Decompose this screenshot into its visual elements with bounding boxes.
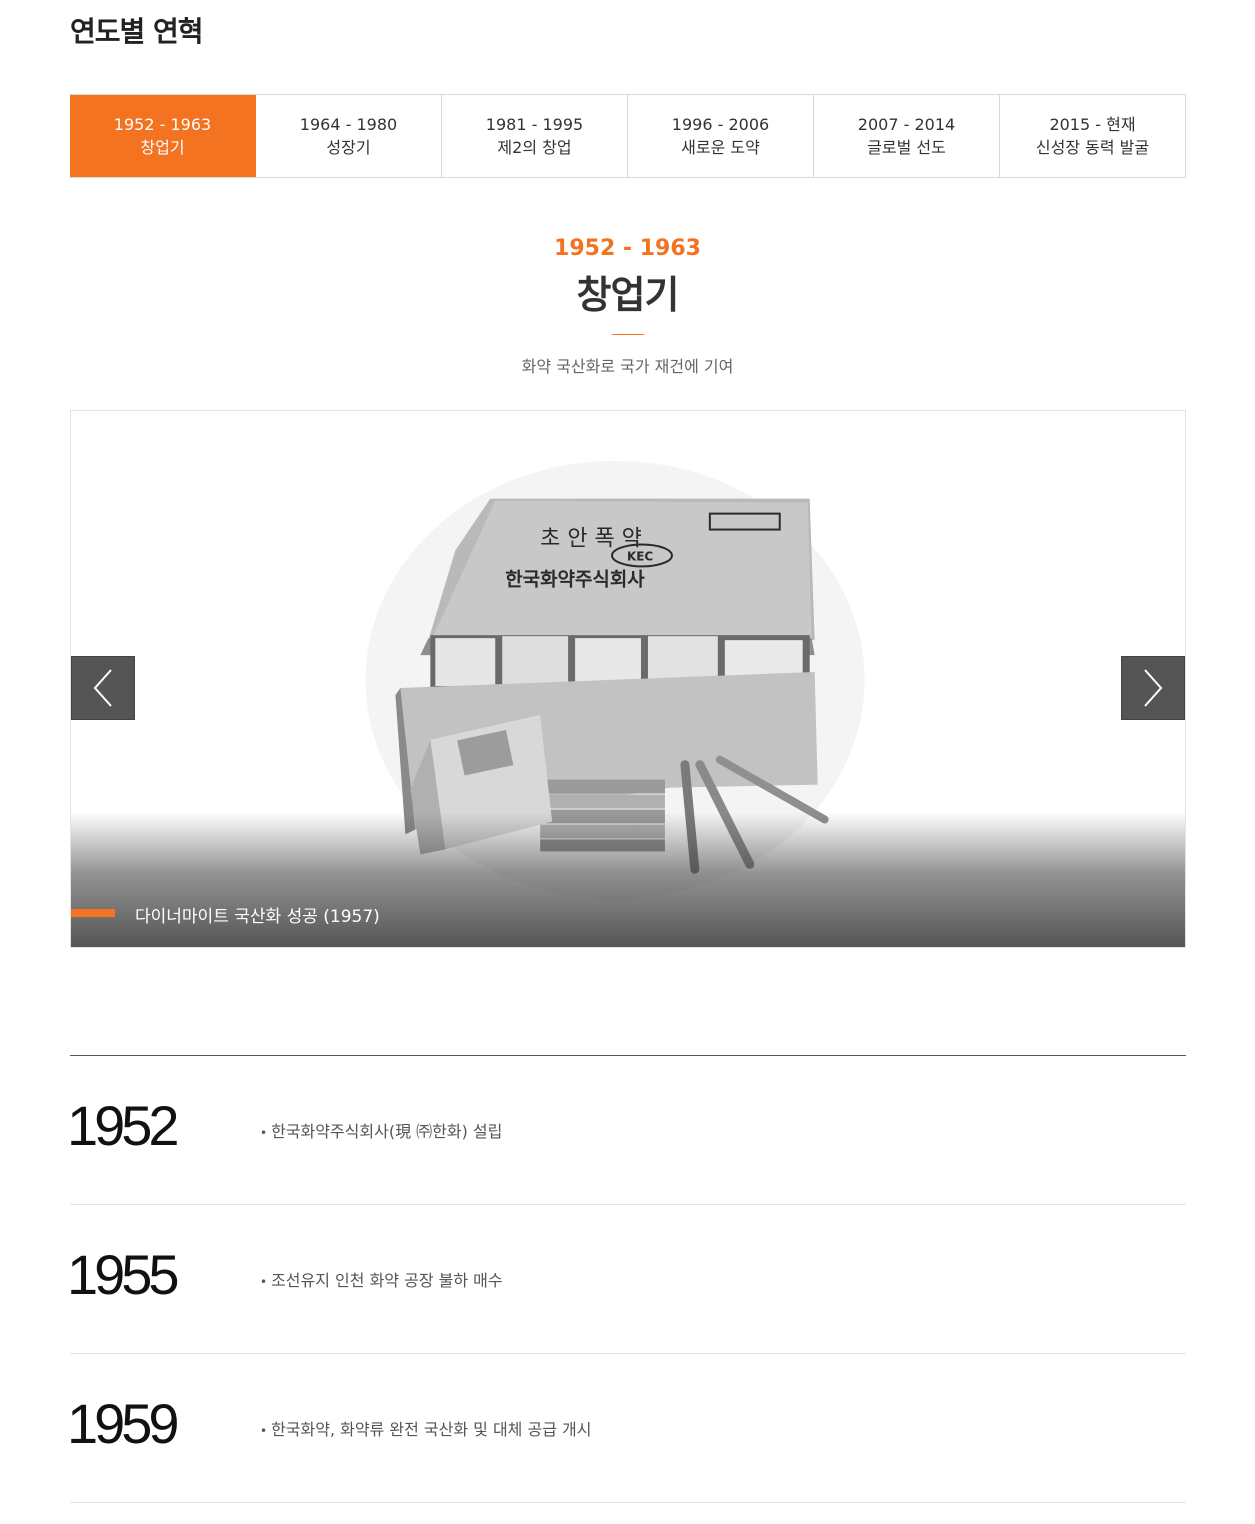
tab-label: 새로운 도약	[681, 138, 760, 157]
era-tabs: 1952 - 1963 창업기 1964 - 1980 성장기 1981 - 1…	[70, 94, 1186, 178]
box-company-text: 한국화약주식회사	[505, 568, 645, 590]
era-years: 1952 - 1963	[554, 236, 701, 261]
era-title: 창업기	[576, 273, 680, 317]
tab-2007-2014[interactable]: 2007 - 2014 글로벌 선도	[814, 95, 1000, 177]
bullet-icon: •	[260, 1275, 268, 1289]
tab-years: 1952 - 1963	[113, 115, 212, 134]
tab-years: 1996 - 2006	[671, 115, 770, 134]
photo-slider: 초 안 폭 약 KEC 한국화약주식회사 다이너마이트 국산화 성공 (1957…	[70, 410, 1186, 948]
timeline-row: 1955 • 조선유지 인천 화약 공장 불하 매수	[67, 1205, 1186, 1354]
timeline-year: 1955	[67, 1243, 180, 1306]
timeline-event-text: 한국화약주식회사(現 ㈜한화) 설립	[271, 1122, 503, 1141]
tab-years: 2007 - 2014	[857, 115, 956, 134]
tab-label: 신성장 동력 발굴	[1035, 138, 1150, 157]
tab-label: 글로벌 선도	[867, 138, 946, 157]
bullet-icon: •	[260, 1424, 268, 1438]
tab-1952-1963[interactable]: 1952 - 1963 창업기	[70, 95, 256, 177]
tab-years: 1964 - 1980	[299, 115, 398, 134]
timeline-event-text: 조선유지 인천 화약 공장 불하 매수	[271, 1271, 503, 1290]
chevron-left-icon	[93, 669, 112, 707]
box-badge-text: KEC	[627, 549, 653, 563]
timeline-event: • 한국화약, 화약류 완전 국산화 및 대체 공급 개시	[260, 1416, 591, 1440]
tab-1964-1980[interactable]: 1964 - 1980 성장기	[256, 95, 442, 177]
tab-label: 창업기	[140, 138, 185, 157]
tab-label: 제2의 창업	[497, 138, 572, 157]
box-label-text: 초 안 폭 약	[540, 527, 642, 552]
page-title: 연도별 연혁	[70, 15, 204, 48]
tab-1996-2006[interactable]: 1996 - 2006 새로운 도약	[628, 95, 814, 177]
timeline-event-text: 한국화약, 화약류 완전 국산화 및 대체 공급 개시	[271, 1420, 592, 1439]
tab-1981-1995[interactable]: 1981 - 1995 제2의 창업	[442, 95, 628, 177]
era-divider	[612, 334, 644, 335]
tab-years: 2015 - 현재	[1049, 115, 1136, 134]
timeline-event: • 조선유지 인천 화약 공장 불하 매수	[260, 1267, 503, 1291]
next-slide-button[interactable]	[1121, 656, 1185, 720]
timeline-row: 1959 • 한국화약, 화약류 완전 국산화 및 대체 공급 개시	[67, 1354, 1186, 1503]
prev-slide-button[interactable]	[71, 656, 135, 720]
timeline-year: 1952	[67, 1094, 180, 1157]
tab-2015-present[interactable]: 2015 - 현재 신성장 동력 발굴	[1000, 95, 1186, 177]
chevron-right-icon	[1144, 669, 1163, 707]
timeline-row: 1952 • 한국화약주식회사(現 ㈜한화) 설립	[67, 1056, 1186, 1205]
slide-caption: 다이너마이트 국산화 성공 (1957)	[135, 907, 380, 927]
timeline-year: 1959	[67, 1392, 180, 1455]
tab-label: 성장기	[326, 138, 371, 157]
timeline-event: • 한국화약주식회사(現 ㈜한화) 설립	[260, 1118, 502, 1142]
bullet-icon: •	[260, 1126, 268, 1140]
tab-years: 1981 - 1995	[485, 115, 584, 134]
era-description: 화약 국산화로 국가 재건에 기여	[521, 357, 734, 376]
caption-accent-bar	[71, 909, 115, 917]
